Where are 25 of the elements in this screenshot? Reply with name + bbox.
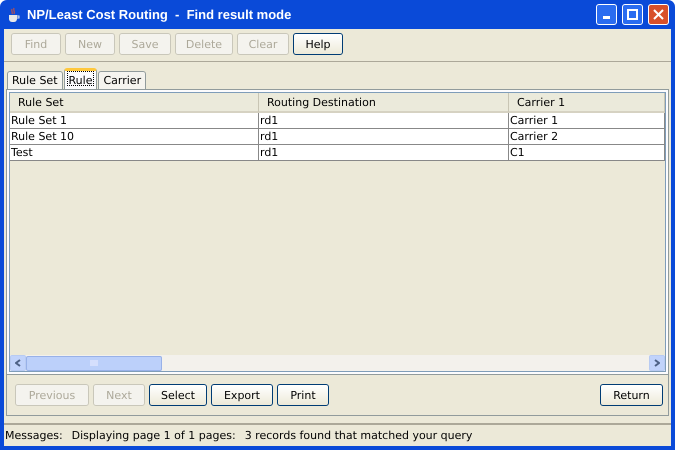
scroll-left-icon[interactable]	[10, 355, 26, 371]
table-cell: rd1	[259, 145, 509, 161]
coffee-cup-icon	[6, 6, 22, 22]
table-cell: Test	[10, 145, 259, 161]
minimize-button[interactable]	[596, 4, 617, 25]
window-title: NP/Least Cost Routing - Find result mode	[27, 7, 292, 22]
close-button[interactable]	[648, 4, 669, 25]
toolbar-button[interactable]: Help	[293, 33, 343, 55]
status-message: Displaying page 1 of 1 pages:	[72, 429, 236, 442]
footer-button[interactable]: Print	[277, 384, 329, 406]
close-icon	[653, 9, 664, 20]
tab[interactable]: Rule	[64, 68, 98, 89]
tab[interactable]: Carrier	[98, 71, 146, 89]
scrollbar-thumb[interactable]	[26, 356, 162, 370]
maximize-button[interactable]	[622, 4, 643, 25]
status-label: Messages:	[5, 429, 63, 442]
status-message: 3 records found that matched your query	[244, 429, 472, 442]
footer-button[interactable]: Select	[149, 384, 207, 406]
footer-button[interactable]: Export	[211, 384, 273, 406]
maximize-icon	[627, 9, 638, 20]
horizontal-scrollbar[interactable]	[10, 355, 665, 371]
return-button[interactable]: Return	[600, 384, 663, 406]
scroll-right-icon[interactable]	[649, 355, 665, 371]
tab[interactable]: Rule Set	[7, 71, 63, 89]
table-cell: C1	[509, 145, 665, 161]
